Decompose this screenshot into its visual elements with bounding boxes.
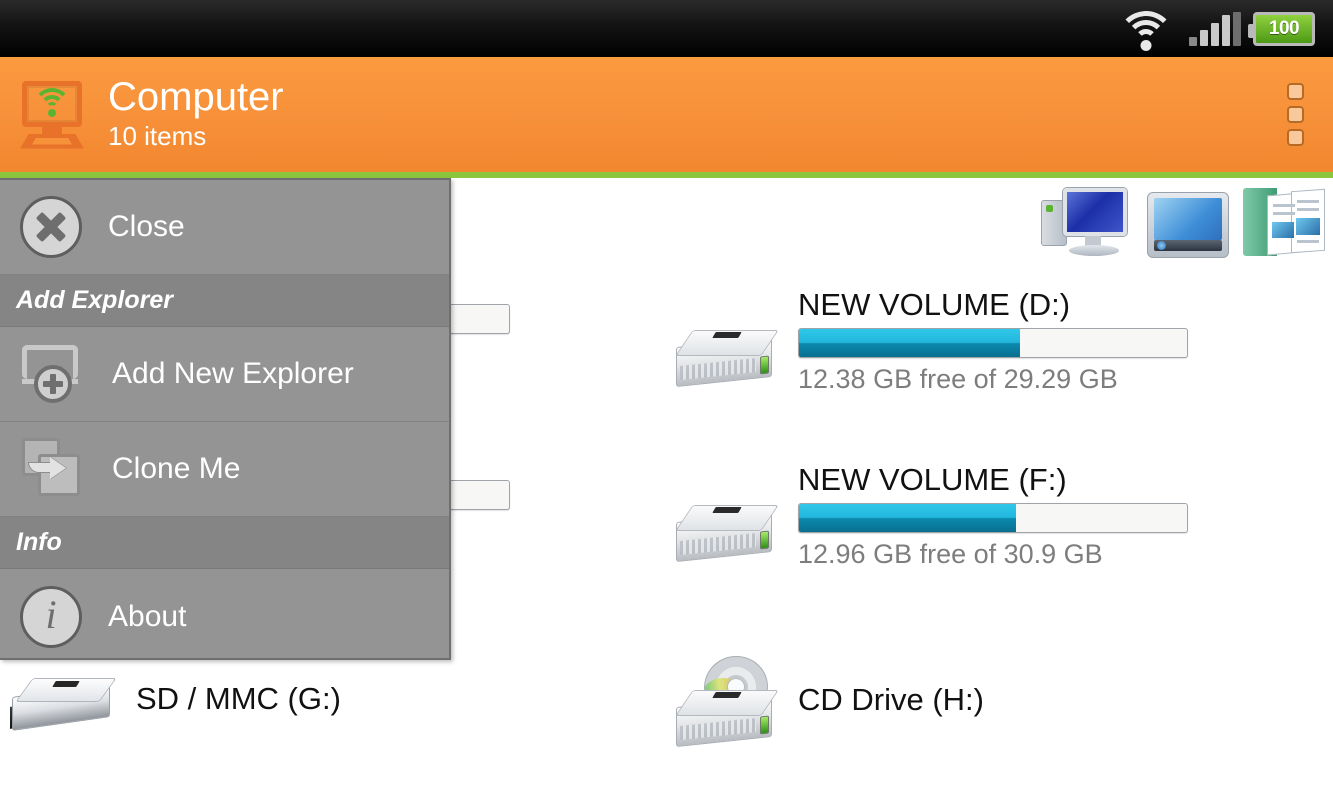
- page-title: Computer: [108, 74, 284, 119]
- menu-item-label: About: [108, 599, 187, 633]
- drive-title: NEW VOLUME (F:): [798, 462, 1067, 497]
- computer-wifi-icon: [16, 79, 88, 151]
- drive-title: CD Drive (H:): [798, 681, 984, 717]
- menu-item-label: Clone Me: [112, 452, 241, 485]
- add-new-explorer-icon: [20, 343, 86, 405]
- info-circle-icon: i: [20, 585, 82, 648]
- menu-section-add-explorer: Add Explorer: [0, 275, 449, 327]
- overflow-menu-icon[interactable]: [1277, 83, 1313, 147]
- drive-usage-bar: [798, 328, 1188, 359]
- app-header: Computer 10 items: [0, 57, 1333, 172]
- menu-section-title: Info: [16, 528, 62, 556]
- wifi-icon: [1115, 7, 1177, 51]
- drive-capacity-label: 12.38 GB free of 29.29 GB: [798, 364, 1118, 395]
- header-text-block: Computer 10 items: [108, 77, 284, 152]
- menu-item-label: Add New Explorer: [112, 357, 354, 390]
- menu-section-title: Add Explorer: [16, 286, 173, 314]
- cd-drive-icon: [670, 650, 788, 748]
- drive-usage-fill: [799, 504, 1017, 533]
- drive-title: NEW VOLUME (D:): [798, 287, 1071, 322]
- menu-item-close[interactable]: Close: [0, 180, 449, 275]
- drive-usage-bar: [798, 503, 1188, 534]
- drive-item-h[interactable]: CD Drive (H:): [670, 650, 1230, 748]
- overflow-menu-panel: Close Add Explorer Add New Explorer Clon…: [0, 178, 451, 660]
- battery-level-label: 100: [1268, 17, 1300, 39]
- menu-item-about[interactable]: i About: [0, 569, 449, 658]
- menu-item-label: Close: [108, 210, 185, 243]
- hard-drive-icon: [670, 326, 779, 388]
- sd-card-icon: [8, 676, 118, 738]
- close-circle-icon: [20, 196, 82, 258]
- drive-item-f[interactable]: NEW VOLUME (F:) 12.96 GB free of 30.9 GB: [670, 462, 1230, 570]
- drive-item-g[interactable]: SD / MMC (G:): [8, 676, 568, 738]
- menu-item-clone-me[interactable]: Clone Me: [0, 422, 449, 517]
- drive-capacity-label: 12.96 GB free of 30.9 GB: [798, 539, 1103, 570]
- drive-item-d[interactable]: NEW VOLUME (D:) 12.38 GB free of 29.29 G…: [670, 287, 1230, 395]
- clone-icon: [20, 438, 86, 500]
- drive-title: SD / MMC (G:): [136, 680, 341, 716]
- item-count-label: 10 items: [108, 120, 207, 151]
- signal-bars-icon: [1189, 11, 1241, 46]
- menu-item-add-new-explorer[interactable]: Add New Explorer: [0, 327, 449, 422]
- drive-usage-fill: [799, 329, 1021, 358]
- status-bar: 100: [0, 0, 1333, 57]
- battery-icon: 100: [1248, 11, 1315, 46]
- hard-drive-icon: [670, 501, 779, 563]
- menu-section-info: Info: [0, 517, 449, 569]
